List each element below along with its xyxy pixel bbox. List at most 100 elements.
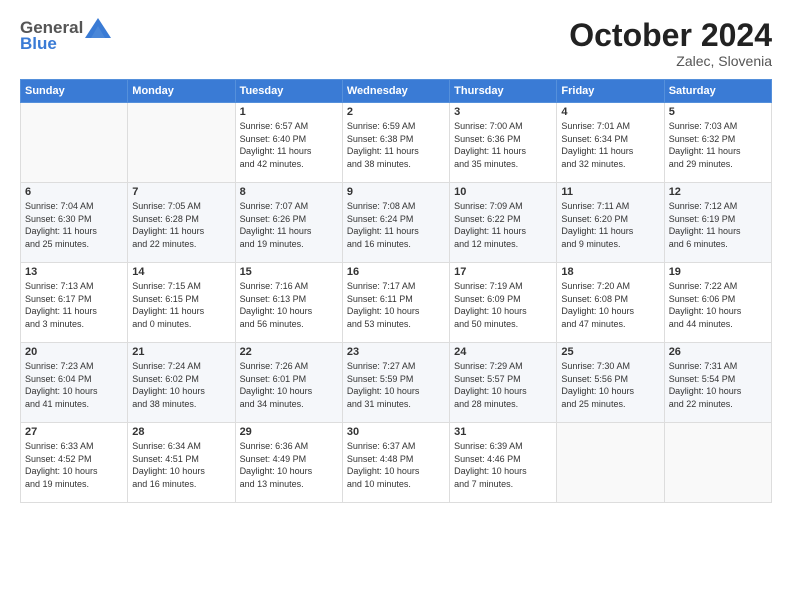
header: General Blue October 2024 Zalec, Sloveni… <box>20 18 772 69</box>
calendar-cell: 21 Sunrise: 7:24 AM Sunset: 6:02 PM Dayli… <box>128 343 235 423</box>
calendar-cell: 12 Sunrise: 7:12 AM Sunset: 6:19 PM Dayli… <box>664 183 771 263</box>
day-number: 8 <box>240 186 338 198</box>
calendar-cell: 9 Sunrise: 7:08 AM Sunset: 6:24 PM Daylig… <box>342 183 449 263</box>
calendar-cell: 18 Sunrise: 7:20 AM Sunset: 6:08 PM Dayli… <box>557 263 664 343</box>
day-info: Sunrise: 7:29 AM Sunset: 5:57 PM Dayligh… <box>454 360 552 410</box>
calendar-cell: 19 Sunrise: 7:22 AM Sunset: 6:06 PM Dayli… <box>664 263 771 343</box>
day-number: 5 <box>669 106 767 118</box>
day-info: Sunrise: 7:31 AM Sunset: 5:54 PM Dayligh… <box>669 360 767 410</box>
day-number: 12 <box>669 186 767 198</box>
day-header-monday: Monday <box>128 80 235 103</box>
day-info: Sunrise: 7:04 AM Sunset: 6:30 PM Dayligh… <box>25 200 123 250</box>
day-number: 17 <box>454 266 552 278</box>
day-info: Sunrise: 7:15 AM Sunset: 6:15 PM Dayligh… <box>132 280 230 330</box>
day-info: Sunrise: 7:27 AM Sunset: 5:59 PM Dayligh… <box>347 360 445 410</box>
day-header-tuesday: Tuesday <box>235 80 342 103</box>
day-header-wednesday: Wednesday <box>342 80 449 103</box>
day-info: Sunrise: 7:26 AM Sunset: 6:01 PM Dayligh… <box>240 360 338 410</box>
calendar-cell: 2 Sunrise: 6:59 AM Sunset: 6:38 PM Daylig… <box>342 103 449 183</box>
day-number: 31 <box>454 426 552 438</box>
day-info: Sunrise: 7:07 AM Sunset: 6:26 PM Dayligh… <box>240 200 338 250</box>
day-number: 22 <box>240 346 338 358</box>
calendar-cell: 4 Sunrise: 7:01 AM Sunset: 6:34 PM Daylig… <box>557 103 664 183</box>
calendar-week-5: 27 Sunrise: 6:33 AM Sunset: 4:52 PM Dayli… <box>21 423 772 503</box>
calendar-cell: 13 Sunrise: 7:13 AM Sunset: 6:17 PM Dayli… <box>21 263 128 343</box>
day-number: 30 <box>347 426 445 438</box>
day-info: Sunrise: 7:30 AM Sunset: 5:56 PM Dayligh… <box>561 360 659 410</box>
calendar-cell: 17 Sunrise: 7:19 AM Sunset: 6:09 PM Dayli… <box>450 263 557 343</box>
day-info: Sunrise: 6:59 AM Sunset: 6:38 PM Dayligh… <box>347 120 445 170</box>
month-year: October 2024 <box>569 18 772 53</box>
location: Zalec, Slovenia <box>569 53 772 69</box>
day-number: 19 <box>669 266 767 278</box>
day-info: Sunrise: 7:08 AM Sunset: 6:24 PM Dayligh… <box>347 200 445 250</box>
day-info: Sunrise: 6:57 AM Sunset: 6:40 PM Dayligh… <box>240 120 338 170</box>
calendar-cell: 8 Sunrise: 7:07 AM Sunset: 6:26 PM Daylig… <box>235 183 342 263</box>
day-info: Sunrise: 7:16 AM Sunset: 6:13 PM Dayligh… <box>240 280 338 330</box>
calendar-cell: 3 Sunrise: 7:00 AM Sunset: 6:36 PM Daylig… <box>450 103 557 183</box>
day-info: Sunrise: 6:36 AM Sunset: 4:49 PM Dayligh… <box>240 440 338 490</box>
day-number: 13 <box>25 266 123 278</box>
calendar-cell <box>128 103 235 183</box>
day-number: 25 <box>561 346 659 358</box>
day-info: Sunrise: 7:00 AM Sunset: 6:36 PM Dayligh… <box>454 120 552 170</box>
calendar-cell: 11Sunrise: 7:11 AM Sunset: 6:20 PM Dayli… <box>557 183 664 263</box>
day-header-thursday: Thursday <box>450 80 557 103</box>
calendar-cell <box>21 103 128 183</box>
day-number: 1 <box>240 106 338 118</box>
calendar-header-row: SundayMondayTuesdayWednesdayThursdayFrid… <box>21 80 772 103</box>
day-info: Sunrise: 7:19 AM Sunset: 6:09 PM Dayligh… <box>454 280 552 330</box>
day-info: Sunrise: 7:13 AM Sunset: 6:17 PM Dayligh… <box>25 280 123 330</box>
day-info: Sunrise: 7:24 AM Sunset: 6:02 PM Dayligh… <box>132 360 230 410</box>
calendar-cell: 25 Sunrise: 7:30 AM Sunset: 5:56 PM Dayli… <box>557 343 664 423</box>
day-info: Sunrise: 7:22 AM Sunset: 6:06 PM Dayligh… <box>669 280 767 330</box>
calendar-cell: 22 Sunrise: 7:26 AM Sunset: 6:01 PM Dayli… <box>235 343 342 423</box>
day-number: 27 <box>25 426 123 438</box>
calendar-cell: 24 Sunrise: 7:29 AM Sunset: 5:57 PM Dayli… <box>450 343 557 423</box>
calendar-cell: 14 Sunrise: 7:15 AM Sunset: 6:15 PM Dayli… <box>128 263 235 343</box>
day-number: 21 <box>132 346 230 358</box>
day-info: Sunrise: 7:12 AM Sunset: 6:19 PM Dayligh… <box>669 200 767 250</box>
day-header-saturday: Saturday <box>664 80 771 103</box>
day-info: Sunrise: 6:39 AM Sunset: 4:46 PM Dayligh… <box>454 440 552 490</box>
calendar-cell <box>664 423 771 503</box>
calendar-week-4: 20Sunrise: 7:23 AM Sunset: 6:04 PM Dayli… <box>21 343 772 423</box>
calendar-cell: 28Sunrise: 6:34 AM Sunset: 4:51 PM Dayli… <box>128 423 235 503</box>
day-number: 6 <box>25 186 123 198</box>
title-block: October 2024 Zalec, Slovenia <box>569 18 772 69</box>
calendar-week-3: 13 Sunrise: 7:13 AM Sunset: 6:17 PM Dayli… <box>21 263 772 343</box>
day-number: 18 <box>561 266 659 278</box>
calendar-cell: 10Sunrise: 7:09 AM Sunset: 6:22 PM Dayli… <box>450 183 557 263</box>
day-info: Sunrise: 7:17 AM Sunset: 6:11 PM Dayligh… <box>347 280 445 330</box>
day-number: 26 <box>669 346 767 358</box>
calendar: SundayMondayTuesdayWednesdayThursdayFrid… <box>20 79 772 503</box>
day-number: 29 <box>240 426 338 438</box>
calendar-cell <box>557 423 664 503</box>
day-number: 10 <box>454 186 552 198</box>
calendar-cell: 7Sunrise: 7:05 AM Sunset: 6:28 PM Daylig… <box>128 183 235 263</box>
day-number: 24 <box>454 346 552 358</box>
logo: General Blue <box>20 18 111 54</box>
day-info: Sunrise: 7:20 AM Sunset: 6:08 PM Dayligh… <box>561 280 659 330</box>
calendar-cell: 6 Sunrise: 7:04 AM Sunset: 6:30 PM Daylig… <box>21 183 128 263</box>
day-number: 3 <box>454 106 552 118</box>
calendar-cell: 16Sunrise: 7:17 AM Sunset: 6:11 PM Dayli… <box>342 263 449 343</box>
calendar-cell: 15 Sunrise: 7:16 AM Sunset: 6:13 PM Dayli… <box>235 263 342 343</box>
day-info: Sunrise: 7:01 AM Sunset: 6:34 PM Dayligh… <box>561 120 659 170</box>
day-number: 23 <box>347 346 445 358</box>
calendar-week-2: 6 Sunrise: 7:04 AM Sunset: 6:30 PM Daylig… <box>21 183 772 263</box>
day-number: 15 <box>240 266 338 278</box>
logo-icon <box>85 18 111 38</box>
day-number: 14 <box>132 266 230 278</box>
day-number: 9 <box>347 186 445 198</box>
day-info: Sunrise: 6:34 AM Sunset: 4:51 PM Dayligh… <box>132 440 230 490</box>
calendar-cell: 23 Sunrise: 7:27 AM Sunset: 5:59 PM Dayli… <box>342 343 449 423</box>
day-number: 4 <box>561 106 659 118</box>
day-info: Sunrise: 6:33 AM Sunset: 4:52 PM Dayligh… <box>25 440 123 490</box>
calendar-cell: 27 Sunrise: 6:33 AM Sunset: 4:52 PM Dayli… <box>21 423 128 503</box>
calendar-cell: 31 Sunrise: 6:39 AM Sunset: 4:46 PM Dayli… <box>450 423 557 503</box>
calendar-cell: 5Sunrise: 7:03 AM Sunset: 6:32 PM Daylig… <box>664 103 771 183</box>
day-number: 2 <box>347 106 445 118</box>
calendar-cell: 30Sunrise: 6:37 AM Sunset: 4:48 PM Dayli… <box>342 423 449 503</box>
calendar-cell: 20Sunrise: 7:23 AM Sunset: 6:04 PM Dayli… <box>21 343 128 423</box>
